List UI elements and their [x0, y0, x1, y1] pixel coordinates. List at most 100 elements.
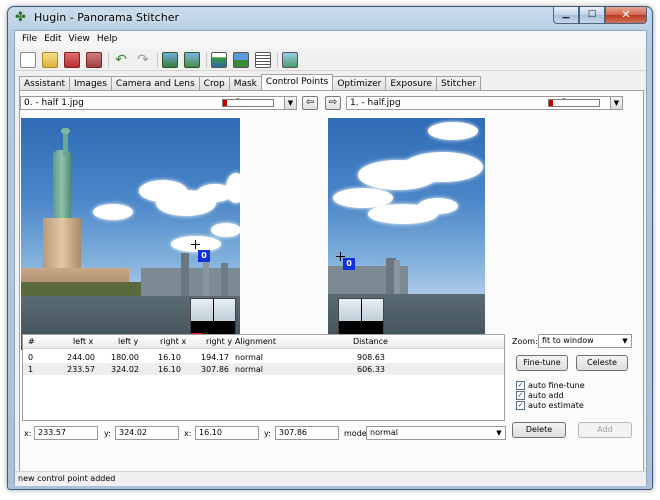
hugin-icon: ✤	[15, 10, 26, 25]
zoom-cell	[361, 299, 383, 321]
prev-image-button[interactable]: ⇦	[302, 96, 318, 110]
cell-alignment: normal	[235, 353, 264, 362]
add-images-icon[interactable]	[162, 51, 178, 68]
right-quality-bar	[548, 99, 600, 107]
right-x-field[interactable]: 16.10	[195, 426, 259, 440]
left-image-select[interactable]: 0. - half 1.jpg 2 ▼	[20, 96, 297, 110]
cloud	[428, 122, 478, 140]
left-image-view[interactable]: 0 1	[21, 118, 240, 350]
tab-bar: Assistant Images Camera and Lens Crop Ma…	[19, 74, 482, 90]
mode-select[interactable]: normal ▼	[366, 426, 506, 440]
left-cp-marker-0[interactable]: 0	[198, 250, 210, 262]
close-button[interactable]: ✕	[605, 7, 647, 24]
align-icon[interactable]	[282, 51, 298, 68]
skyline	[181, 253, 189, 296]
cell-alignment: normal	[235, 365, 264, 374]
control-point-table: # left x left y right x right y Alignmen…	[22, 334, 505, 421]
cell-distance: 606.33	[357, 365, 385, 374]
add-time-series-icon[interactable]	[184, 51, 200, 68]
statue-torch	[61, 128, 70, 134]
tab-camera-and-lens[interactable]: Camera and Lens	[110, 76, 200, 90]
control-points-panel: 0. - half 1.jpg 2 ▼ ⇦ ⇨ 1. - half.jpg 2 …	[19, 90, 644, 473]
right-cp-marker-0[interactable]: 0	[343, 258, 355, 270]
check-icon: ✓	[516, 381, 525, 390]
client-area: File Edit View Help ↶ ↷ Assistant Images…	[14, 30, 647, 486]
control-point-options: Zoom: fit to window ▼ Fine-tune Celeste …	[512, 334, 642, 464]
control-point-edit-row: x: 233.57 y: 324.02 x: 16.10 y: 307.86 m…	[20, 426, 515, 444]
save-as-icon[interactable]	[86, 51, 102, 68]
tab-mask[interactable]: Mask	[228, 76, 262, 90]
table-row[interactable]: 0 244.00 180.00 16.10 194.17 normal 908.…	[23, 351, 504, 363]
right-image-select[interactable]: 1. - half.jpg 2 ▼	[346, 96, 623, 110]
zoom-select[interactable]: fit to window ▼	[538, 334, 632, 348]
tab-images[interactable]: Images	[69, 76, 112, 90]
tab-stitcher[interactable]: Stitcher	[436, 76, 482, 90]
menu-file[interactable]: File	[19, 31, 41, 49]
left-quality-bar	[222, 99, 274, 107]
control-point-crosshair[interactable]	[191, 240, 200, 249]
left-x-field[interactable]: 233.57	[34, 426, 98, 440]
table-row[interactable]: 1 233.57 324.02 16.10 307.86 normal 606.…	[23, 363, 504, 375]
cell-right-y: 307.86	[201, 365, 229, 374]
chevron-down-icon[interactable]: ▼	[619, 335, 631, 347]
cell-left-x: 233.57	[67, 365, 95, 374]
left-y-field[interactable]: 324.02	[115, 426, 179, 440]
col-alignment[interactable]: Alignment	[235, 337, 276, 346]
statue	[53, 150, 71, 220]
zoom-label: Zoom:	[512, 337, 538, 346]
tab-control-points[interactable]: Control Points	[260, 74, 334, 90]
cell-index: 0	[28, 353, 34, 362]
chevron-down-icon[interactable]: ▼	[610, 97, 622, 109]
col-left-y[interactable]: left y	[118, 337, 138, 346]
right-y-field[interactable]: 307.86	[275, 426, 339, 440]
left-quality-fill	[223, 100, 227, 106]
col-right-y[interactable]: right y	[206, 337, 232, 346]
col-left-x[interactable]: left x	[73, 337, 93, 346]
skyline	[394, 260, 400, 296]
title-bar[interactable]: ✤ Hugin - Panorama Stitcher ▁ □ ✕	[8, 7, 652, 29]
tab-exposure[interactable]: Exposure	[385, 76, 438, 90]
panorama-preview-icon[interactable]	[233, 51, 249, 68]
col-right-x[interactable]: right x	[160, 337, 186, 346]
new-project-icon[interactable]	[20, 51, 36, 68]
tab-assistant[interactable]: Assistant	[19, 76, 71, 90]
delete-button[interactable]: Delete	[512, 422, 566, 438]
redo-icon[interactable]: ↷	[135, 52, 151, 68]
cloud	[211, 223, 240, 237]
table-header: # left x left y right x right y Alignmen…	[23, 335, 504, 349]
left-image-name: 0. - half 1.jpg	[24, 98, 84, 108]
undo-icon[interactable]: ↶	[113, 52, 129, 68]
cell-index: 1	[28, 365, 34, 374]
opengl-preview-icon[interactable]	[211, 51, 227, 68]
col-distance[interactable]: Distance	[353, 337, 388, 346]
menu-edit[interactable]: Edit	[41, 31, 65, 49]
celeste-button[interactable]: Celeste	[576, 355, 628, 371]
menu-bar: File Edit View Help	[15, 31, 646, 49]
statue-arm	[63, 132, 68, 156]
batch-icon[interactable]	[255, 51, 271, 68]
toolbar-separator	[157, 51, 158, 68]
minimize-button[interactable]: ▁	[553, 7, 579, 24]
chevron-down-icon[interactable]: ▼	[493, 427, 505, 439]
add-button[interactable]: Add	[578, 422, 632, 438]
chevron-down-icon[interactable]: ▼	[284, 97, 296, 109]
left-x-label: x:	[24, 429, 32, 438]
tab-crop[interactable]: Crop	[198, 76, 230, 90]
menu-help[interactable]: Help	[94, 31, 122, 49]
cloud	[418, 198, 458, 214]
right-image-view[interactable]: 0 new	[328, 118, 485, 350]
tab-optimizer[interactable]: Optimizer	[332, 76, 387, 90]
toolbar-separator	[206, 51, 207, 68]
next-image-button[interactable]: ⇨	[325, 96, 341, 110]
maximize-button[interactable]: □	[579, 7, 605, 24]
zoom-cell	[213, 299, 235, 321]
skyline	[203, 258, 209, 296]
cell-right-x: 16.10	[158, 353, 181, 362]
toolbar-separator	[277, 51, 278, 68]
col-index[interactable]: #	[28, 337, 35, 346]
save-icon[interactable]	[64, 51, 80, 68]
fine-tune-button[interactable]: Fine-tune	[516, 355, 568, 371]
open-project-icon[interactable]	[42, 51, 58, 68]
right-image-name: 1. - half.jpg	[350, 98, 401, 108]
menu-view[interactable]: View	[66, 31, 94, 49]
